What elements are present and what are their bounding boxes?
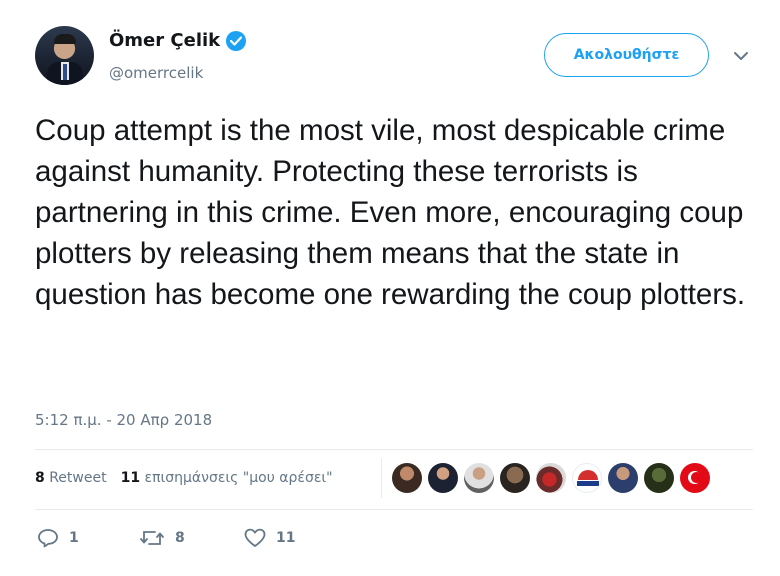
retweet-count: 8 bbox=[175, 530, 185, 546]
liker-avatar[interactable] bbox=[680, 463, 710, 493]
like-count: 11 bbox=[276, 530, 296, 546]
likes-label: επισημάνσεις "μου αρέσει" bbox=[144, 470, 333, 486]
liker-avatar[interactable] bbox=[392, 463, 422, 493]
likes-stat[interactable]: 11 επισημάνσεις "μου αρέσει" bbox=[121, 470, 333, 486]
liker-avatar[interactable] bbox=[608, 463, 638, 493]
handle[interactable]: @omerrcelik bbox=[109, 64, 203, 82]
avatar[interactable] bbox=[35, 26, 94, 85]
liker-avatar[interactable] bbox=[536, 463, 566, 493]
retweets-stat[interactable]: 8 Retweet bbox=[35, 470, 107, 486]
liker-avatar[interactable] bbox=[464, 463, 494, 493]
heart-icon bbox=[244, 528, 266, 547]
retweet-icon bbox=[140, 531, 164, 545]
liker-avatar[interactable] bbox=[500, 463, 530, 493]
liker-avatar[interactable] bbox=[428, 463, 458, 493]
author-name-row: Ömer Çelik bbox=[109, 30, 247, 51]
divider bbox=[35, 509, 753, 510]
divider bbox=[35, 449, 753, 450]
verified-icon bbox=[226, 30, 247, 51]
retweets-label: Retweet bbox=[49, 470, 107, 486]
reply-icon bbox=[38, 529, 58, 548]
retweets-count: 8 bbox=[35, 470, 45, 486]
tweet-text: Coup attempt is the most vile, most desp… bbox=[35, 114, 746, 311]
display-name[interactable]: Ömer Çelik bbox=[109, 30, 220, 51]
like-button[interactable]: 11 bbox=[244, 528, 295, 548]
stats-separator bbox=[381, 458, 382, 498]
tweet-actions: 1 8 11 bbox=[37, 528, 295, 548]
follow-button[interactable]: Ακολουθήστε bbox=[544, 33, 709, 77]
likers-avatars bbox=[392, 463, 710, 493]
reply-button[interactable]: 1 bbox=[37, 528, 139, 548]
tweet-timestamp[interactable]: 5:12 π.μ. - 20 Απρ 2018 bbox=[35, 411, 212, 429]
likes-count: 11 bbox=[120, 470, 141, 486]
retweet-button[interactable]: 8 bbox=[139, 528, 244, 548]
reply-count: 1 bbox=[69, 530, 79, 546]
liker-avatar[interactable] bbox=[572, 463, 602, 493]
engagement-stats: 8 Retweet 11 επισημάνσεις "μου αρέσει" bbox=[35, 470, 333, 486]
liker-avatar[interactable] bbox=[644, 463, 674, 493]
chevron-down-icon[interactable] bbox=[733, 50, 749, 62]
